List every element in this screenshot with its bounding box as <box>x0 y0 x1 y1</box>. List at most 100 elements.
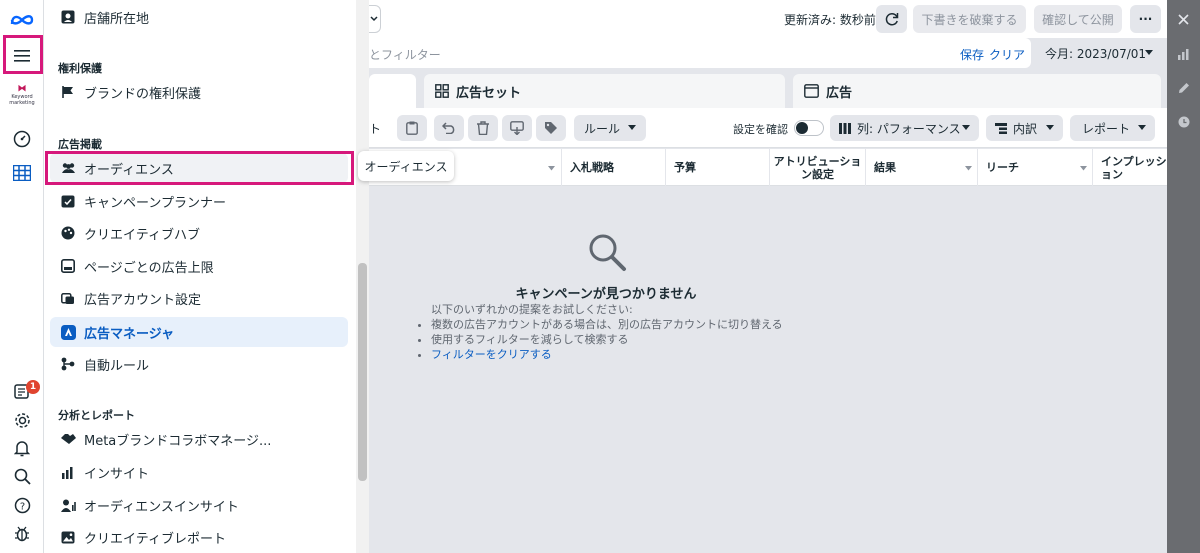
chart-icon[interactable] <box>1167 42 1200 66</box>
sort-caret-icon[interactable] <box>548 166 555 171</box>
clear-filters-link[interactable]: フィルターをクリアする <box>431 348 552 361</box>
page-limit-icon <box>60 258 76 274</box>
svg-text:?: ? <box>19 501 24 512</box>
breakdown-dropdown[interactable]: 内訳 <box>986 115 1063 141</box>
refresh-icon <box>885 13 898 26</box>
menu-item-store-locations[interactable]: 店舗所在地 <box>50 2 348 32</box>
table-header: 入札戦略 予算 アトリビューション設定 結果 リーチ インプレッション <box>369 149 1167 186</box>
toolbar-partial-button[interactable]: ト <box>369 115 386 141</box>
meta-logo-icon[interactable] <box>0 4 44 36</box>
undo-icon <box>442 122 455 134</box>
column-reach[interactable]: リーチ <box>977 149 1092 186</box>
date-range-label: 今月: 2023/07/01 <box>1045 46 1147 61</box>
navigation-menu-panel: 店舗所在地 権利保護 ブランドの権利保護 広告掲載 オーディエンス キャンペーン… <box>44 0 356 553</box>
menu-item-audience-insights[interactable]: オーディエンスインサイト <box>50 490 348 520</box>
delete-button[interactable] <box>468 115 498 141</box>
close-icon[interactable] <box>1167 7 1200 31</box>
tab-campaigns[interactable] <box>369 74 416 108</box>
breakdown-icon <box>995 122 1007 134</box>
menu-item-creative-hub[interactable]: クリエイティブハブ <box>50 218 348 248</box>
menu-item-creative-report[interactable]: クリエイティブレポート <box>50 522 348 552</box>
tab-ads[interactable]: 広告 <box>793 74 1161 108</box>
history-clock-icon[interactable] <box>1167 110 1200 134</box>
edit-pencil-icon[interactable] <box>1167 76 1200 100</box>
menu-item-label: ブランドの権利保護 <box>84 86 202 102</box>
menu-item-page-ad-limit[interactable]: ページごとの広告上限 <box>50 251 348 281</box>
menu-item-label: 自動ルール <box>84 358 150 374</box>
empty-state: キャンペーンが見つかりません 以下のいずれかの提案をお試しください: 複数の広告… <box>369 186 1167 553</box>
menu-item-brand-collabs[interactable]: Metaブランドコラボマネージ... <box>50 424 348 454</box>
undo-button[interactable] <box>434 115 464 141</box>
handshake-icon <box>60 431 76 447</box>
ad-window-icon <box>804 84 819 98</box>
column-attribution-setting[interactable]: アトリビューション設定 <box>769 149 865 186</box>
menu-item-ads-manager[interactable]: 広告マネージャ <box>50 317 348 347</box>
flag-icon <box>60 84 76 100</box>
date-range-picker[interactable]: 今月: 2023/07/01 <box>1037 39 1161 67</box>
tag-button[interactable] <box>536 115 566 141</box>
suggestion-item: 使用するフィルターを減らして検索する <box>431 332 783 347</box>
clear-filter-link[interactable]: クリア <box>989 46 1025 63</box>
chevron-down-icon <box>1138 125 1146 130</box>
menu-item-label: 広告アカウント設定 <box>84 292 202 308</box>
tab-adsets-label: 広告セット <box>456 85 522 101</box>
columns-icon <box>839 122 851 134</box>
refresh-button[interactable] <box>876 5 907 33</box>
hamburger-menu-icon[interactable] <box>0 40 44 72</box>
bowtie-icon: ⧓ <box>17 84 27 94</box>
bug-report-icon[interactable] <box>0 517 44 549</box>
menu-item-label: キャンペーンプランナー <box>84 195 226 211</box>
save-filter-link[interactable]: 保存 <box>960 46 984 63</box>
menu-item-label: クリエイティブレポート <box>84 531 226 547</box>
columns-dropdown[interactable]: 列: パフォーマンス <box>830 115 979 141</box>
check-settings-toggle[interactable] <box>794 120 824 136</box>
menu-item-label: クリエイティブハブ <box>84 227 200 243</box>
tag-icon <box>545 122 557 134</box>
right-side-rail <box>1167 0 1200 553</box>
notification-badge: 1 <box>26 380 40 394</box>
automation-icon <box>60 356 76 372</box>
suggestion-item: 複数の広告アカウントがある場合は、別の広告アカウントに切り替える <box>431 317 783 332</box>
table-grid-icon[interactable] <box>0 157 44 189</box>
search-filter-bar[interactable]: とフィルター 保存 クリア <box>369 38 1031 68</box>
trash-icon <box>477 121 489 135</box>
menu-item-automated-rules[interactable]: 自動ルール <box>50 349 348 379</box>
duplicate-button[interactable] <box>397 115 427 141</box>
account-avatar[interactable]: ⧓ Keyword marketing <box>4 84 40 106</box>
reports-label: レポート <box>1082 121 1131 136</box>
review-publish-button[interactable]: 確認して公開 <box>1034 5 1122 33</box>
suggestions-intro: 以下のいずれかの提案をお試しください: <box>431 303 633 316</box>
dashboard-gauge-icon[interactable] <box>0 123 44 155</box>
menu-item-brand-rights[interactable]: ブランドの権利保護 <box>50 77 348 107</box>
magnifier-icon <box>589 234 626 271</box>
chevron-down-icon <box>1046 125 1054 130</box>
column-impressions[interactable]: インプレッション <box>1092 149 1167 186</box>
column-bid-strategy[interactable]: 入札戦略 <box>561 149 665 186</box>
menu-item-label: インサイト <box>84 466 150 482</box>
left-icon-rail: ⧓ Keyword marketing 1 ? <box>0 0 44 553</box>
menu-item-label: 広告マネージャ <box>84 326 175 342</box>
column-results[interactable]: 結果 <box>865 149 977 186</box>
search-icon[interactable] <box>0 460 44 492</box>
adsets-grid-icon <box>435 84 449 98</box>
audiences-highlight-box <box>45 151 354 185</box>
table-toolbar: ト ルール 設定を確認 列: パフォーマンス 内訳 レポート <box>369 108 1167 148</box>
export-button[interactable] <box>502 115 532 141</box>
menu-item-label: オーディエンスインサイト <box>84 499 239 515</box>
discard-drafts-button[interactable]: 下書きを破棄する <box>913 5 1026 33</box>
location-pin-icon <box>60 9 76 25</box>
sort-caret-icon[interactable] <box>1080 166 1087 171</box>
more-options-button[interactable]: ··· <box>1130 5 1161 33</box>
column-budget[interactable]: 予算 <box>665 149 769 186</box>
chevron-down-icon <box>1145 50 1153 55</box>
dropdown-chevron-button[interactable] <box>369 5 381 33</box>
menu-item-campaign-planner[interactable]: キャンペーンプランナー <box>50 186 348 216</box>
menu-item-insights[interactable]: インサイト <box>50 457 348 487</box>
rules-dropdown[interactable]: ルール <box>574 115 646 141</box>
tab-adsets[interactable]: 広告セット <box>424 74 785 108</box>
reports-dropdown[interactable]: レポート <box>1070 115 1155 141</box>
sort-caret-icon[interactable] <box>965 166 972 171</box>
section-title-rights: 権利保護 <box>58 62 102 75</box>
ads-manager-icon <box>60 324 76 340</box>
audiences-tooltip: オーディエンス <box>358 151 454 181</box>
